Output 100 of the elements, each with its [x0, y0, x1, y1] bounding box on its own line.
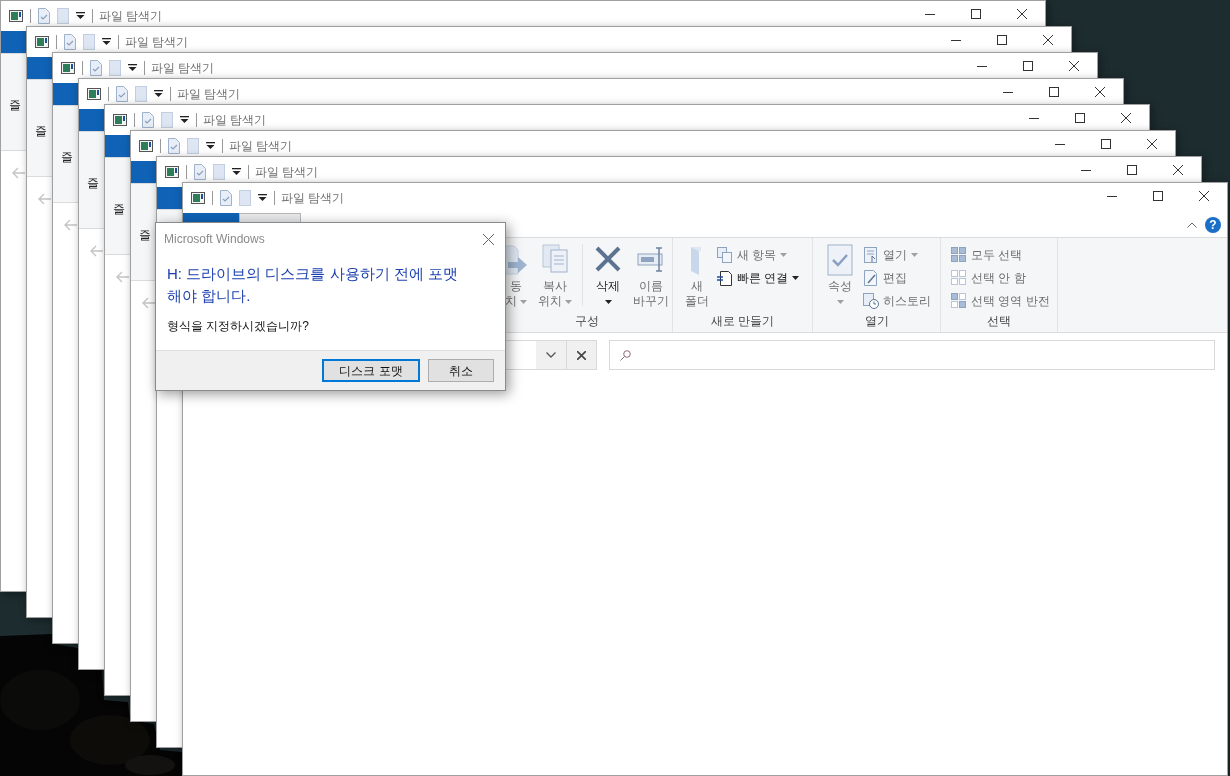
caret-icon — [911, 252, 918, 257]
checked-document-icon[interactable] — [90, 60, 102, 76]
ribbon-button-label[interactable]: 즐 — [139, 228, 151, 242]
window-title: 파일 탐색기 — [177, 86, 241, 103]
explorer-icon — [139, 140, 153, 152]
window-title: 파일 탐색기 — [125, 34, 189, 51]
window-title: 파일 탐색기 — [255, 164, 319, 181]
close-icon — [1095, 87, 1105, 97]
checked-document-icon[interactable] — [168, 138, 180, 154]
shortcut-icon — [717, 269, 733, 286]
document-icon[interactable] — [109, 60, 121, 76]
maximize-icon — [1049, 87, 1059, 97]
group-label: 선택 — [986, 313, 1012, 330]
caret-icon — [604, 299, 612, 304]
explorer-icon — [9, 10, 23, 22]
edit-icon — [863, 269, 879, 286]
ribbon-button-label[interactable]: 즐 — [113, 202, 125, 216]
close-icon — [1043, 35, 1053, 45]
checked-document-icon[interactable] — [38, 8, 50, 24]
copy-icon — [541, 244, 569, 276]
file-tab[interactable] — [27, 57, 53, 79]
maximize-icon — [1075, 113, 1085, 123]
caret-icon — [520, 299, 527, 304]
close-icon — [1199, 191, 1209, 201]
document-icon[interactable] — [213, 164, 225, 180]
ribbon-button[interactable]: 삭제 — [591, 244, 625, 309]
file-tab[interactable] — [157, 187, 183, 209]
document-icon[interactable] — [161, 112, 173, 128]
back-arrow-icon[interactable] — [116, 271, 130, 283]
dropdown-icon[interactable] — [232, 168, 241, 176]
dropdown-icon[interactable] — [128, 64, 137, 72]
checked-document-icon[interactable] — [116, 86, 128, 102]
search-field[interactable] — [609, 340, 1215, 370]
back-arrow-icon[interactable] — [142, 297, 156, 309]
close-icon — [1147, 139, 1157, 149]
select-all-icon — [951, 246, 967, 263]
close-icon — [1017, 9, 1027, 19]
invert-selection-icon — [951, 292, 967, 309]
checked-document-icon[interactable] — [220, 190, 232, 206]
dialog-button[interactable]: 취소 — [428, 359, 494, 382]
history-icon — [863, 292, 879, 309]
ribbon-button-label[interactable]: 즐 — [87, 176, 99, 190]
maximize-icon — [1127, 165, 1137, 175]
search-icon — [620, 349, 631, 361]
caret-icon — [792, 275, 800, 280]
caret-icon — [836, 299, 844, 304]
dropdown-icon[interactable] — [102, 38, 111, 46]
explorer-icon — [35, 36, 49, 48]
document-icon[interactable] — [83, 34, 95, 50]
file-tab[interactable] — [105, 135, 131, 157]
ribbon-button-label[interactable]: 즐 — [35, 124, 47, 138]
caret-icon — [780, 252, 788, 257]
window-title: 파일 탐색기 — [281, 190, 345, 207]
file-tab[interactable] — [79, 109, 105, 131]
chevron-up-icon[interactable] — [1187, 222, 1197, 228]
file-tab[interactable] — [131, 161, 157, 183]
back-arrow-icon[interactable] — [38, 193, 52, 205]
caret-icon — [565, 299, 572, 304]
maximize-icon — [1153, 191, 1163, 201]
back-arrow-icon[interactable] — [12, 167, 26, 179]
dropdown-icon[interactable] — [206, 142, 215, 150]
address-field[interactable] — [505, 340, 567, 370]
back-arrow-icon[interactable] — [64, 219, 78, 231]
properties-icon — [825, 244, 855, 276]
select-none-icon — [951, 269, 967, 286]
close-icon — [1121, 113, 1131, 123]
dropdown-icon[interactable] — [76, 12, 85, 20]
window-title: 파일 탐색기 — [229, 138, 293, 155]
document-icon[interactable] — [135, 86, 147, 102]
close-button[interactable] — [481, 232, 495, 246]
dropdown-icon[interactable] — [180, 116, 189, 124]
explorer-icon — [87, 88, 101, 100]
dialog-button[interactable]: 디스크 포맷 — [322, 359, 420, 382]
open-icon — [863, 246, 879, 263]
window-title: 파일 탐색기 — [99, 8, 163, 25]
ribbon-button[interactable]: 빠른 연결 — [717, 268, 800, 287]
maximize-icon — [1101, 139, 1111, 149]
new-item-icon — [717, 246, 733, 263]
checked-document-icon[interactable] — [142, 112, 154, 128]
dialog-message: 형식을 지정하시겠습니까? — [166, 318, 310, 335]
clear-button[interactable] — [567, 340, 597, 370]
back-arrow-icon[interactable] — [90, 245, 104, 257]
checked-document-icon[interactable] — [194, 164, 206, 180]
ribbon-button-label[interactable]: 즐 — [61, 150, 73, 164]
group-label: 열기 — [863, 313, 890, 330]
window-title: 파일 탐색기 — [203, 112, 267, 129]
dropdown-icon[interactable] — [258, 194, 267, 202]
ribbon-button-label[interactable]: 즐 — [9, 98, 21, 112]
document-icon[interactable] — [187, 138, 199, 154]
close-icon — [1069, 61, 1079, 71]
document-icon[interactable] — [57, 8, 69, 24]
file-tab[interactable] — [1, 31, 27, 53]
maximize-icon — [971, 9, 981, 19]
dialog-heading: H: 드라이브의 디스크를 사용하기 전에 포맷 해야 합니다. — [166, 264, 459, 306]
checked-document-icon[interactable] — [64, 34, 76, 50]
file-tab[interactable] — [53, 83, 79, 105]
close-icon — [577, 350, 586, 360]
dropdown-icon[interactable] — [154, 90, 163, 98]
group-label: 구성 — [574, 313, 600, 330]
help-button[interactable]: ? — [1205, 217, 1221, 233]
